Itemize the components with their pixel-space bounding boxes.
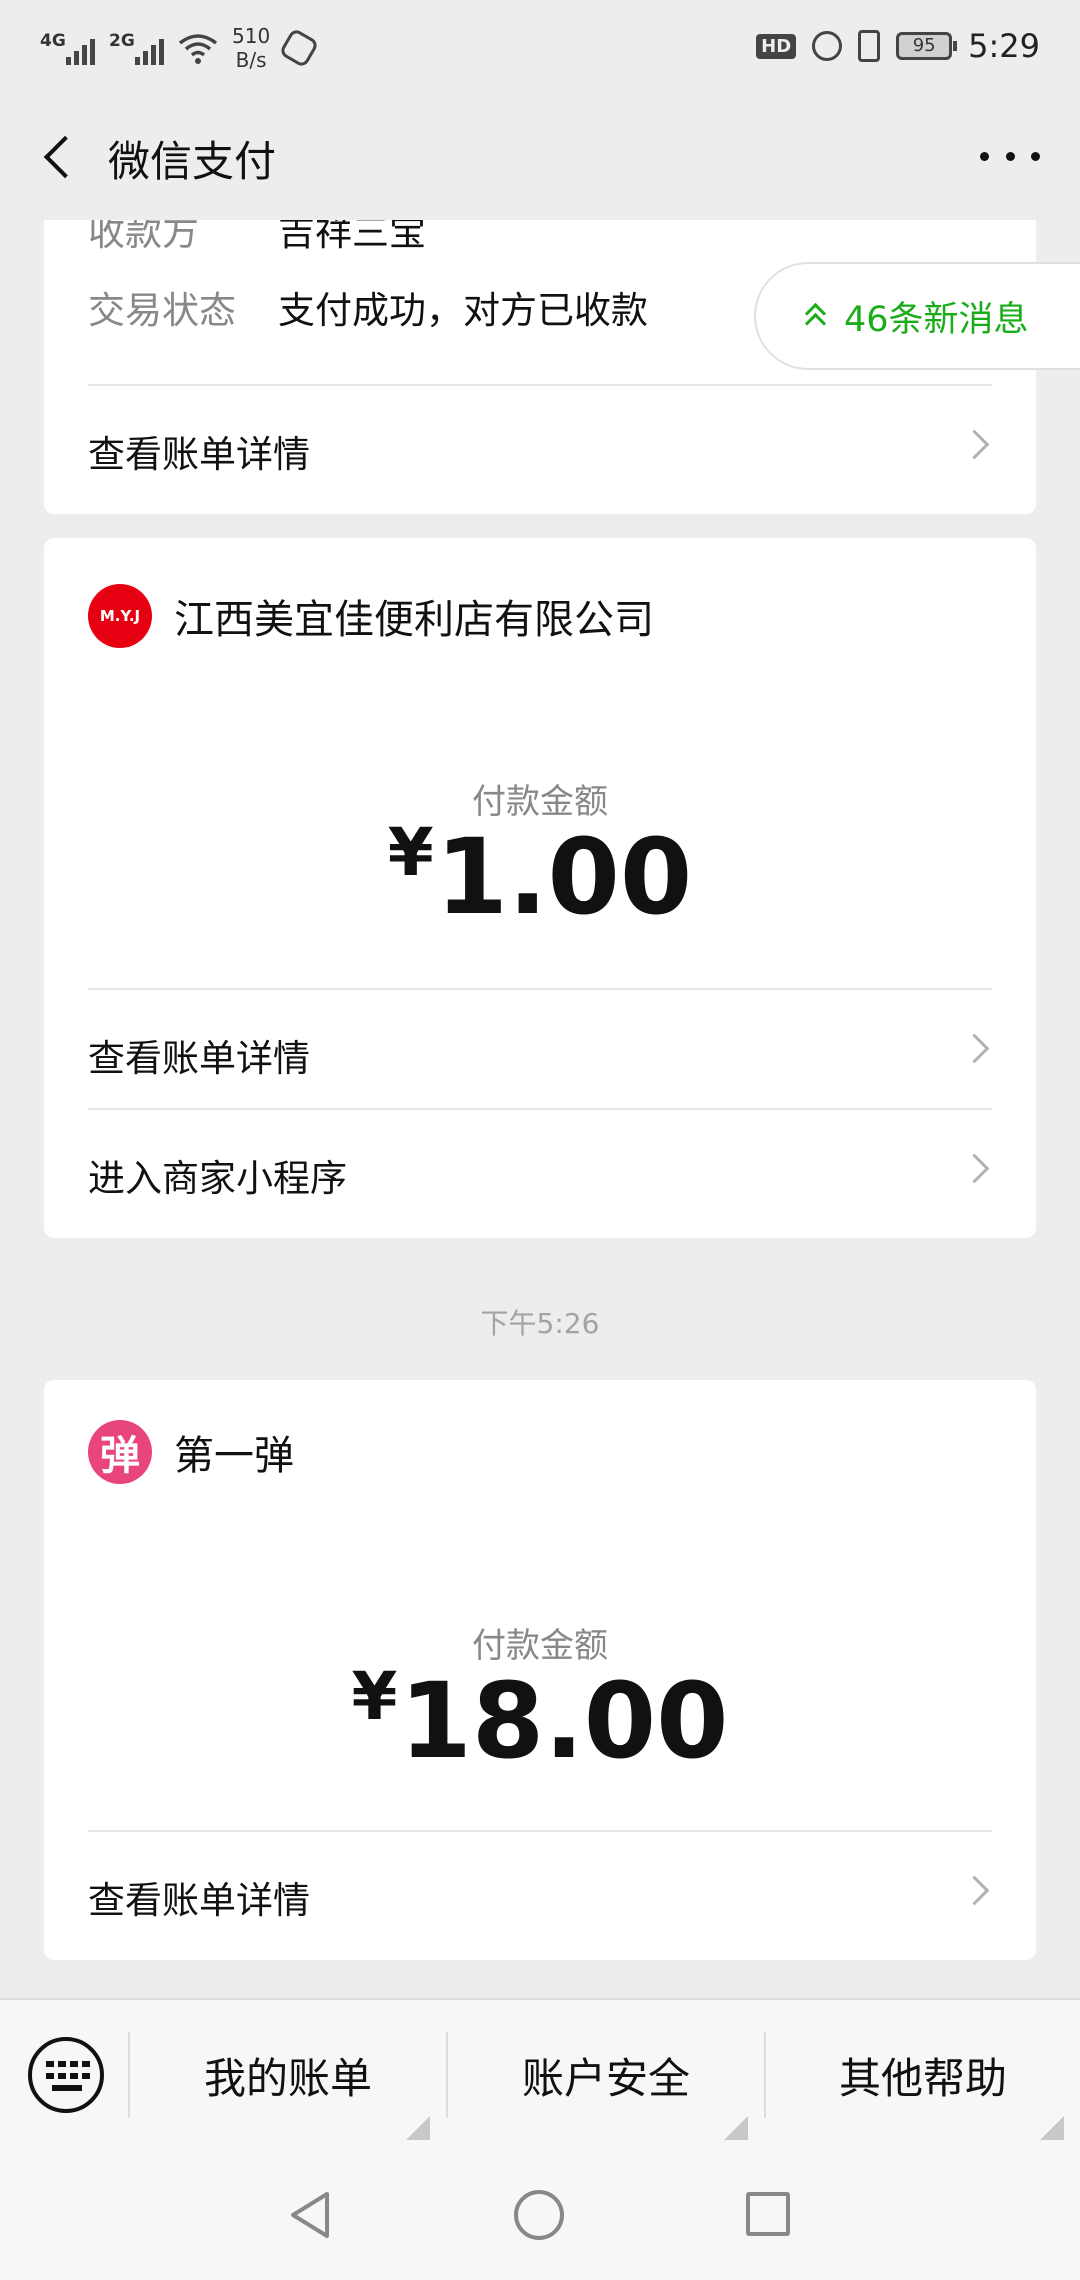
transaction-status-row: 交易状态 支付成功，对方已收款 xyxy=(88,289,648,332)
status-bar: 4G 2G 510 B/s HD 95 5:29 xyxy=(0,0,1080,92)
system-recent-apps-button[interactable] xyxy=(746,2192,790,2236)
chevron-right-icon xyxy=(962,1150,992,1186)
chevron-right-icon xyxy=(962,1872,992,1908)
payment-card: 弹 第一弹 付款金额 ¥18.00 查看账单详情 xyxy=(44,1380,1036,1960)
view-bill-details-link[interactable]: 查看账单详情 xyxy=(44,386,1036,504)
new-messages-button[interactable]: 46条新消息 xyxy=(754,262,1080,370)
double-chevron-up-icon xyxy=(804,302,826,330)
chevron-right-icon xyxy=(962,1030,992,1066)
alarm-icon xyxy=(812,31,843,61)
menu-account-security[interactable]: 账户安全 xyxy=(448,2000,764,2150)
app-notification-icon xyxy=(278,27,320,69)
signal-icon: 2G xyxy=(109,31,164,65)
signal-icon: 4G xyxy=(40,31,95,65)
submenu-indicator-icon xyxy=(724,2116,748,2140)
message-timestamp: 下午5:26 xyxy=(480,1307,600,1340)
nav-bar: 微信支付 xyxy=(0,92,1080,220)
merchant-mini-program-link[interactable]: 进入商家小程序 xyxy=(44,1110,1036,1228)
more-options-button[interactable] xyxy=(980,136,1040,176)
chevron-right-icon xyxy=(962,426,992,462)
payment-amount: ¥1.00 xyxy=(387,814,693,938)
network-speed: 510 B/s xyxy=(232,24,271,72)
merchant-header: M.Y.J 江西美宜佳便利店有限公司 xyxy=(88,584,654,648)
menu-my-bills[interactable]: 我的账单 xyxy=(130,2000,446,2150)
new-messages-label: 46条新消息 xyxy=(844,299,1029,340)
merchant-name: 第一弹 xyxy=(174,1433,294,1479)
merchant-header: 弹 第一弹 xyxy=(88,1420,294,1484)
system-home-button[interactable] xyxy=(514,2190,564,2240)
merchant-logo: 弹 xyxy=(88,1420,152,1484)
system-back-button[interactable] xyxy=(287,2190,333,2240)
submenu-indicator-icon xyxy=(406,2116,430,2140)
view-bill-details-link[interactable]: 查看账单详情 xyxy=(44,990,1036,1108)
battery-icon: 95 xyxy=(896,32,958,60)
payment-card: M.Y.J 江西美宜佳便利店有限公司 付款金额 ¥1.00 查看账单详情 进入商… xyxy=(44,538,1036,1238)
view-bill-details-link[interactable]: 查看账单详情 xyxy=(44,1832,1036,1950)
page-title: 微信支付 xyxy=(108,137,277,186)
merchant-logo: M.Y.J xyxy=(88,584,152,648)
bottom-menu: 我的账单 账户安全 其他帮助 xyxy=(0,1998,1080,2148)
submenu-indicator-icon xyxy=(1040,2116,1064,2140)
merchant-name: 江西美宜佳便利店有限公司 xyxy=(174,597,654,643)
back-button[interactable] xyxy=(38,130,88,184)
wifi-icon xyxy=(178,34,218,64)
clock: 5:29 xyxy=(968,27,1040,65)
keyboard-toggle-icon[interactable] xyxy=(28,2037,104,2113)
payment-amount: ¥18.00 xyxy=(351,1658,729,1782)
hd-icon: HD xyxy=(756,33,797,59)
system-nav-bar xyxy=(0,2148,1080,2280)
vibrate-icon xyxy=(858,30,881,62)
menu-other-help[interactable]: 其他帮助 xyxy=(766,2000,1080,2150)
